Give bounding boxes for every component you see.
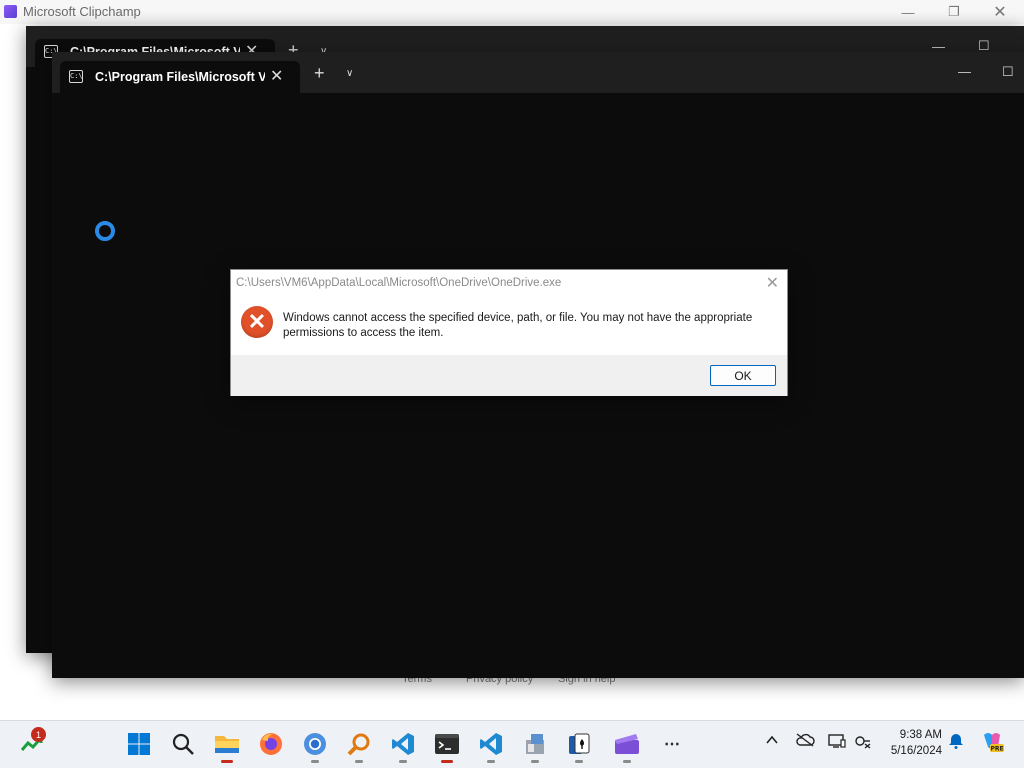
terminal-icon bbox=[435, 734, 459, 754]
tab-close-icon[interactable]: ✕ bbox=[270, 66, 283, 86]
bell-icon bbox=[949, 734, 963, 749]
running-indicator bbox=[487, 760, 495, 763]
notifications-button[interactable] bbox=[948, 733, 964, 752]
ok-button[interactable]: OK bbox=[710, 365, 776, 386]
start-button[interactable] bbox=[126, 731, 152, 757]
display-tray-button[interactable] bbox=[828, 733, 846, 752]
clipchamp-title: Microsoft Clipchamp bbox=[23, 4, 141, 19]
vscode-icon bbox=[392, 733, 414, 755]
maximize-button[interactable]: ☐ bbox=[1002, 64, 1014, 80]
terminal-tab-title: C:\Program Files\Microsoft Vi bbox=[95, 70, 265, 84]
error-icon: ✕ bbox=[241, 306, 273, 338]
error-dialog: C:\Users\VM6\AppData\Local\Microsoft\One… bbox=[230, 269, 788, 396]
network-disconnected-icon bbox=[855, 736, 871, 749]
firefox-button[interactable] bbox=[258, 731, 284, 757]
chrome-icon bbox=[304, 733, 326, 755]
onedrive-tray-button[interactable] bbox=[795, 733, 815, 750]
windows-start-icon bbox=[128, 733, 150, 755]
clipchamp-button[interactable] bbox=[614, 731, 640, 763]
ellipsis-icon: ⋯ bbox=[664, 736, 680, 753]
running-indicator bbox=[221, 760, 233, 763]
running-indicator bbox=[623, 760, 631, 763]
running-indicator bbox=[355, 760, 363, 763]
terminal-tab[interactable]: C:\ C:\Program Files\Microsoft Vi ✕ bbox=[60, 61, 300, 93]
terminal-tab-icon: C:\ bbox=[69, 70, 83, 83]
app-button[interactable] bbox=[522, 731, 548, 763]
chrome-button[interactable] bbox=[302, 731, 328, 763]
copilot-button[interactable]: PRE bbox=[980, 731, 1004, 756]
svg-text:PRE: PRE bbox=[990, 746, 1003, 753]
close-button[interactable]: ✕ bbox=[977, 0, 1023, 24]
more-apps-button[interactable]: ⋯ bbox=[659, 731, 685, 757]
clipchamp-titlebar: Microsoft Clipchamp — ❐ ✕ bbox=[0, 0, 1024, 24]
taskbar-search-button[interactable] bbox=[170, 731, 196, 757]
running-indicator bbox=[575, 760, 583, 763]
folder-icon bbox=[215, 736, 239, 753]
restore-button[interactable]: ❐ bbox=[931, 0, 977, 24]
show-hidden-icons-button[interactable] bbox=[765, 733, 779, 750]
running-indicator bbox=[441, 760, 453, 763]
search-app-button[interactable] bbox=[346, 731, 372, 763]
monitor-icon bbox=[828, 734, 846, 748]
search-icon bbox=[172, 733, 194, 755]
dialog-titlebar: C:\Users\VM6\AppData\Local\Microsoft\One… bbox=[231, 270, 787, 296]
dialog-footer: OK bbox=[231, 355, 787, 396]
clipchamp-icon bbox=[615, 734, 639, 754]
vscode-button[interactable] bbox=[390, 731, 416, 763]
minimize-button[interactable]: — bbox=[958, 64, 971, 79]
running-indicator bbox=[399, 760, 407, 763]
magnifier-app-icon bbox=[347, 733, 370, 756]
minimize-button[interactable]: — bbox=[885, 0, 931, 24]
dialog-body: ✕ Windows cannot access the specified de… bbox=[231, 296, 787, 355]
chevron-down-icon[interactable]: ∨ bbox=[346, 68, 353, 79]
vscode-button-2[interactable] bbox=[478, 731, 504, 763]
copilot-icon: PRE bbox=[984, 733, 1004, 753]
app-icon bbox=[526, 734, 544, 754]
dialog-close-button[interactable]: ✕ bbox=[766, 273, 779, 293]
running-indicator bbox=[531, 760, 539, 763]
cards-icon bbox=[569, 733, 590, 754]
file-explorer-button[interactable] bbox=[214, 731, 240, 763]
vscode-icon bbox=[480, 733, 502, 755]
cloud-offline-icon bbox=[796, 733, 815, 747]
running-indicator bbox=[311, 760, 319, 763]
notification-badge: 1 bbox=[31, 727, 46, 742]
firefox-icon bbox=[260, 733, 282, 755]
terminal-tabbar: C:\ C:\Program Files\Microsoft Vi ✕ + ∨ … bbox=[52, 52, 1024, 93]
clipchamp-logo-icon bbox=[4, 5, 17, 18]
network-tray-button[interactable] bbox=[854, 733, 872, 752]
clock-time[interactable]: 9:38 AM bbox=[890, 729, 942, 741]
solitaire-button[interactable] bbox=[566, 731, 592, 763]
clock-date[interactable]: 5/16/2024 bbox=[884, 745, 942, 757]
new-tab-icon[interactable]: + bbox=[314, 64, 325, 82]
terminal-button[interactable] bbox=[434, 731, 460, 763]
dialog-title: C:\Users\VM6\AppData\Local\Microsoft\One… bbox=[236, 277, 562, 289]
loading-spinner-icon bbox=[95, 221, 115, 241]
chevron-up-icon bbox=[766, 735, 778, 744]
dialog-message: Windows cannot access the specified devi… bbox=[283, 312, 753, 339]
